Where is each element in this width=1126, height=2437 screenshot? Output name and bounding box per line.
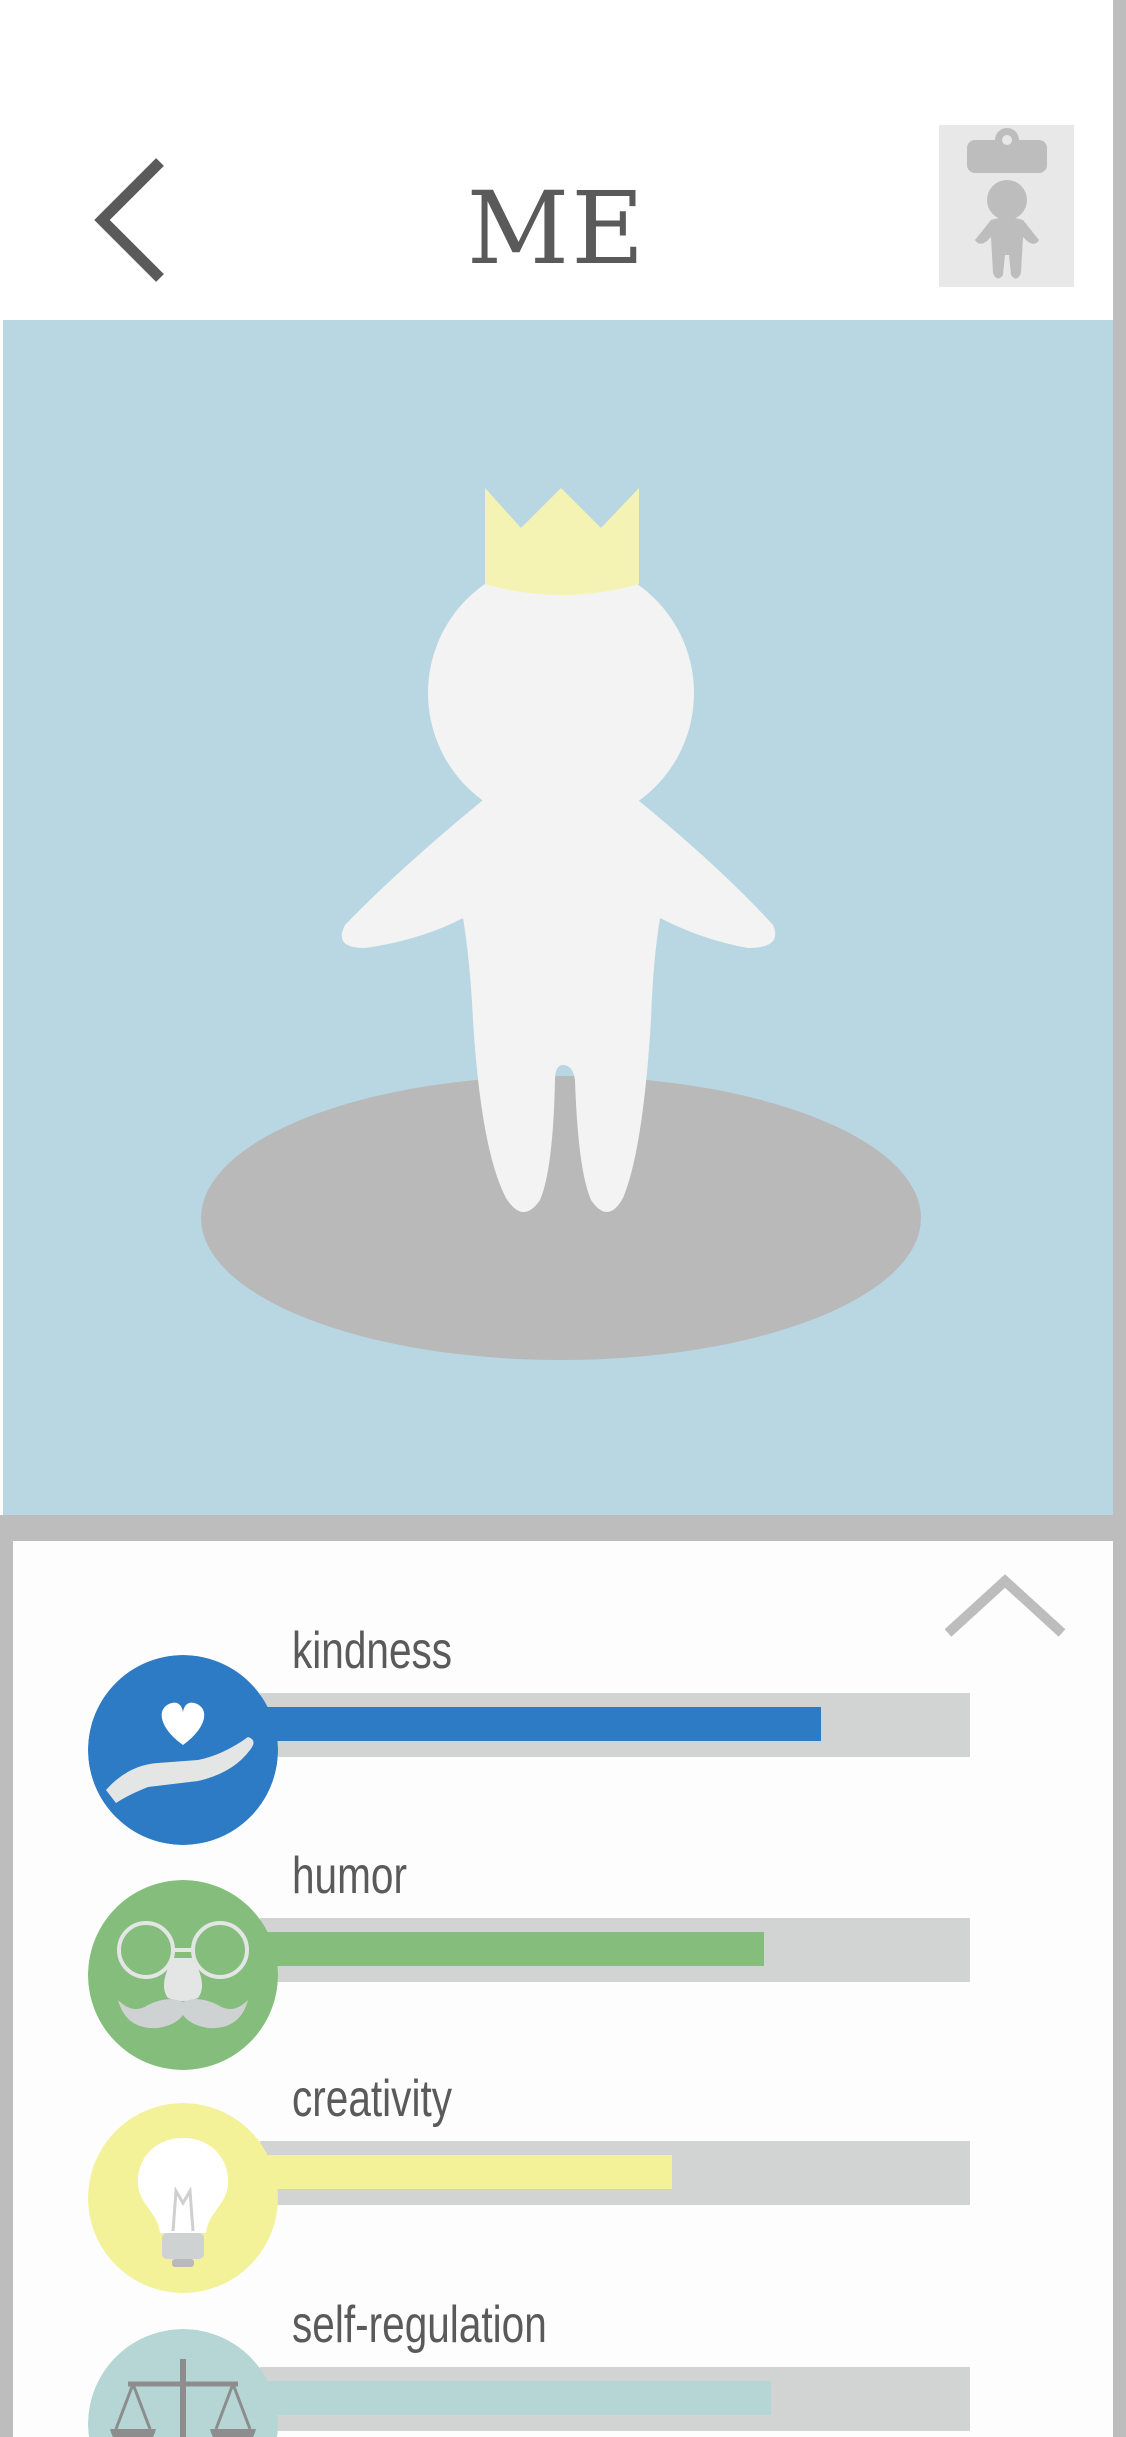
avatar-shadow (201, 1076, 921, 1360)
trait-label: kindness (292, 1622, 453, 1680)
trait-bar-track (260, 1918, 970, 1982)
scrollbar-rail[interactable] (1113, 0, 1126, 2437)
trait-bar-track (260, 2367, 970, 2431)
trait-label: self-regulation (292, 2296, 547, 2354)
lightbulb-icon (88, 2103, 278, 2293)
trait-bar-track (260, 2141, 970, 2205)
trait-bar-fill (260, 2155, 672, 2189)
glasses-mustache-icon (88, 1880, 278, 2070)
trait-bar-track (260, 1693, 970, 1757)
profile-card-button[interactable] (939, 125, 1074, 287)
trait-bar-fill (260, 2381, 772, 2415)
crown-icon (485, 488, 639, 595)
trait-row-kindness[interactable]: kindness (0, 1621, 1113, 1845)
trait-row-self-regulation[interactable]: self-regulation (0, 2295, 1113, 2437)
panel-divider (0, 1515, 1113, 1541)
traits-panel: kindness humor creativity self-regulatio… (0, 1541, 1113, 2437)
trait-label: creativity (292, 2070, 453, 2128)
header: ME (0, 0, 1113, 320)
scales-icon (88, 2329, 278, 2437)
avatar-illustration (201, 488, 921, 1360)
trait-bar-fill (260, 1707, 821, 1741)
heart-in-hand-icon (88, 1655, 278, 1845)
trait-bar-fill (260, 1932, 765, 1966)
trait-row-humor[interactable]: humor (0, 1846, 1113, 2070)
clipboard-person-icon (967, 128, 1047, 279)
avatar-stage (3, 320, 1113, 1515)
trait-label: humor (292, 1847, 407, 1905)
trait-row-creativity[interactable]: creativity (0, 2069, 1113, 2293)
